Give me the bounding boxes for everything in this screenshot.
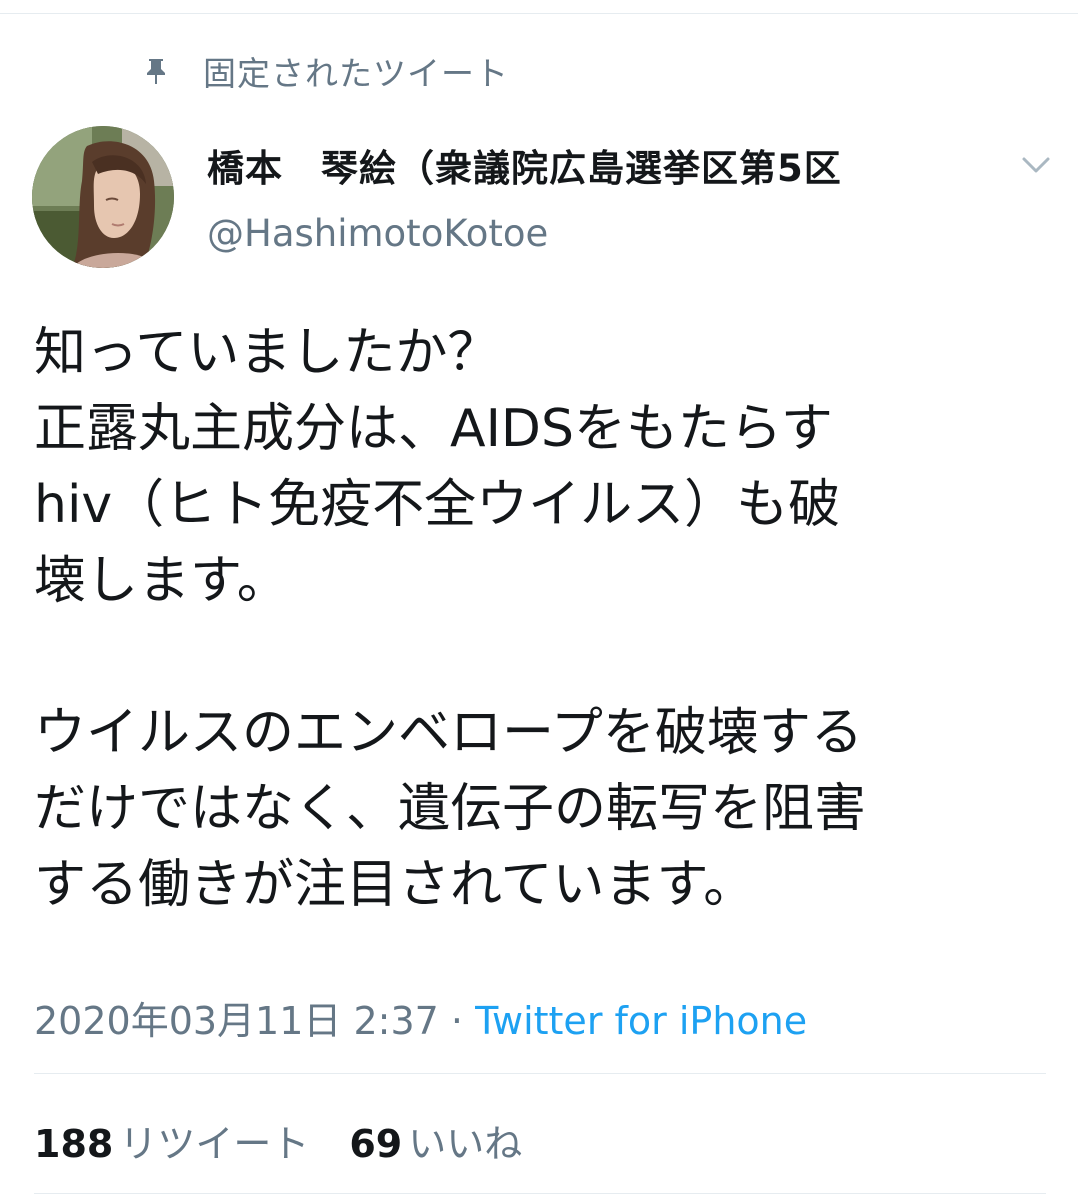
meta-separator: · [438, 999, 476, 1043]
tweet-meta: 2020年03月11日 2:37 · Twitter for iPhone [34, 990, 807, 1045]
timestamp[interactable]: 2020年03月11日 2:37 [34, 999, 439, 1043]
author-block[interactable]: 橋本 琴絵（衆議院広島選挙区第5区 @HashimotoKotoe [207, 138, 842, 255]
source-link[interactable]: Twitter for iPhone [475, 999, 807, 1043]
pinned-indicator: 固定されたツイート [143, 48, 509, 94]
stats-divider [34, 1073, 1046, 1074]
likes-count: 69 [349, 1122, 403, 1166]
retweets-count: 188 [34, 1122, 114, 1166]
user-handle[interactable]: @HashimotoKotoe [207, 212, 842, 255]
pinned-label: 固定されたツイート [203, 54, 509, 93]
avatar[interactable] [32, 126, 174, 268]
likes-stat[interactable]: 69 いいね [349, 1122, 522, 1166]
retweets-stat[interactable]: 188 リツイート [34, 1122, 309, 1166]
bottom-divider [34, 1193, 1046, 1194]
chevron-down-icon[interactable] [1018, 150, 1054, 180]
display-name[interactable]: 橋本 琴絵（衆議院広島選挙区第5区 [207, 138, 842, 192]
top-divider [0, 13, 1078, 14]
likes-label: いいね [408, 1122, 523, 1166]
retweets-label: リツイート [119, 1122, 310, 1166]
tweet-stats: 188 リツイート 69 いいね [34, 1113, 522, 1168]
pin-icon [143, 56, 169, 86]
tweet-text: 知っていましたか？ 正露丸主成分は、AIDSをもたらす hiv（ヒト免疫不全ウイ… [34, 323, 867, 915]
